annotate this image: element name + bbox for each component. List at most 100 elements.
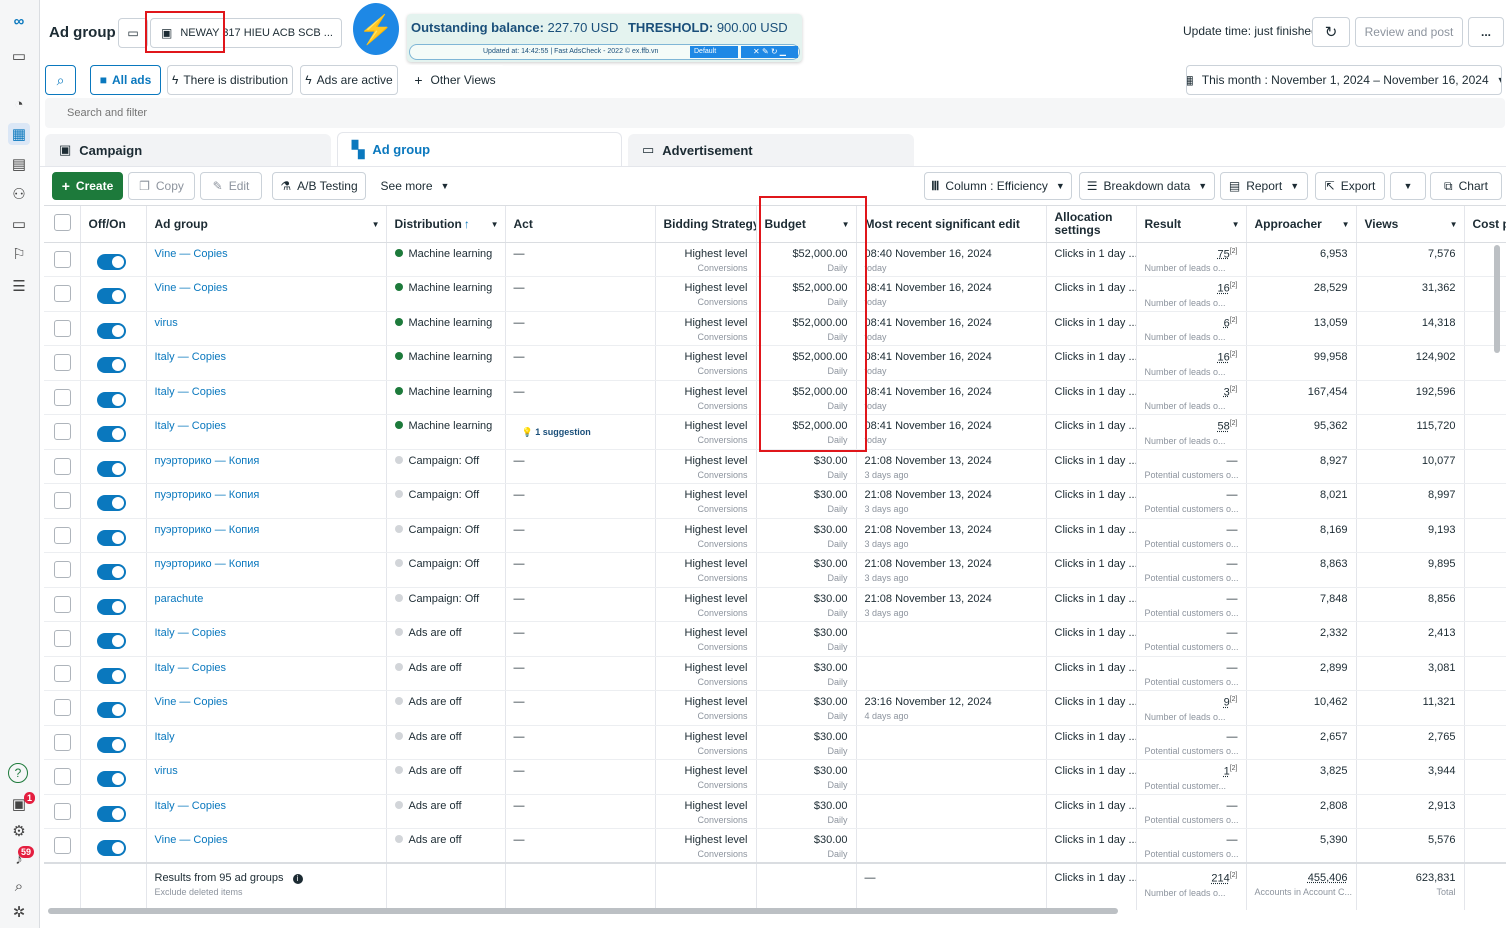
col-budget[interactable]: Budget ▼ [756,206,857,243]
adgroup-link[interactable]: Italy — Copies [155,662,227,674]
budget-cell[interactable]: $30.00 Daily [756,794,857,829]
row-checkbox[interactable] [54,492,71,509]
col-approacher[interactable]: Approacher ▼ [1246,206,1357,243]
other-views-button[interactable]: + Other Views [405,65,505,95]
edit-button[interactable]: ✎ Edit [200,172,262,200]
account-selector[interactable]: ▣ NEWAY 317 HIEU ACB SCB ... ▼ [150,18,342,48]
col-allocation[interactable]: Allocation settings [1046,206,1137,243]
billing-icon[interactable]: ▭ [8,213,30,235]
suggestion-link[interactable]: 💡 1 suggestion [522,427,591,438]
ext-action-icon[interactable]: ✕ ✎ ↻ ▁ [741,46,798,58]
table-row[interactable]: Italy — Copies Ads are off — Highest level C… [44,656,1506,691]
adgroup-link[interactable]: Vine — Copies [155,696,228,708]
row-toggle[interactable] [96,288,126,304]
adgroup-link[interactable]: Italy — Copies [155,627,227,639]
review-post-button[interactable]: Review and post [1355,17,1463,47]
tab-campaign[interactable]: ▣ Campaign [45,134,331,166]
row-checkbox[interactable] [54,630,71,647]
adgroup-link[interactable]: пуэрторико — Копия [155,524,260,536]
table-row[interactable]: Italy — Copies Machine learning — Highest l… [44,380,1506,415]
settings-icon[interactable]: ⚙ [8,820,30,842]
row-toggle[interactable] [96,840,126,856]
row-toggle[interactable] [96,633,126,649]
adgroup-link[interactable]: virus [155,317,178,329]
row-checkbox[interactable] [54,595,71,613]
table-row[interactable]: пуэрторико — Копия Campaign: Off — Highest … [44,518,1506,553]
col-views[interactable]: Views ▼ [1356,206,1465,243]
more-button[interactable]: ... [1468,17,1504,47]
row-toggle[interactable] [96,460,126,477]
all-ads-button[interactable]: ■ All ads [90,65,161,95]
table-row[interactable]: virus Ads are off — Highest level Conversion… [44,759,1506,795]
row-toggle[interactable] [96,426,126,442]
budget-cell[interactable]: $30.00 Daily [756,828,857,864]
adgroup-link[interactable]: virus [155,765,178,777]
budget-cell[interactable]: $30.00 Daily [756,725,857,760]
adgroup-link[interactable]: Italy — Copies [155,800,227,812]
bug-icon[interactable]: ✲ [8,901,30,923]
select-all-checkbox[interactable] [54,213,71,231]
adgroup-link[interactable]: Italy — Copies [155,386,227,398]
tab-adgroup[interactable]: ▚ Ad group [337,132,622,166]
col-act[interactable]: Act [505,206,656,243]
export-dropdown-button[interactable]: ▼ [1390,172,1426,200]
col-name[interactable]: Ad group ▼ [146,206,387,243]
vertical-scrollbar[interactable] [1494,245,1500,353]
row-toggle[interactable] [96,357,126,373]
table-row[interactable]: пуэрторико — Копия Campaign: Off — Highest … [44,449,1506,484]
table-row[interactable]: пуэрторико — Копия Campaign: Off — Highest … [44,483,1506,519]
row-checkbox[interactable] [54,802,71,820]
table-row[interactable]: Italy — Copies Ads are off — Highest level C… [44,794,1506,829]
active-filter-button[interactable]: ϟ Ads are active [300,65,398,95]
table-row[interactable]: virus Machine learning — Highest level Conve… [44,311,1506,346]
row-checkbox[interactable] [54,285,71,302]
table-row[interactable]: Vine — Copies Ads are off — Highest level Co… [44,828,1506,864]
info-icon[interactable]: i [292,874,303,884]
ab-testing-button[interactable]: ⚗ A/B Testing [272,172,366,200]
row-checkbox[interactable] [54,457,71,475]
row-toggle[interactable] [96,253,126,270]
profile-select[interactable]: Default [690,46,738,58]
row-toggle[interactable] [96,736,126,753]
row-checkbox[interactable] [54,319,71,337]
row-checkbox[interactable] [54,664,71,682]
budget-cell[interactable]: $30.00 Daily [756,449,857,484]
row-toggle[interactable] [96,322,126,339]
row-checkbox[interactable] [54,354,71,371]
row-checkbox[interactable] [54,733,71,751]
table-row[interactable]: Italy — Copies Machine learning — Highest l… [44,345,1506,381]
budget-cell[interactable]: $52,000.00 Daily [756,276,857,312]
row-toggle[interactable] [96,667,126,684]
table-row[interactable]: пуэрторико — Копия Campaign: Off — Highest … [44,552,1506,588]
table-row[interactable]: Vine — Copies Machine learning — Highest le… [44,276,1506,312]
tab-advertisement[interactable]: ▭ Advertisement [628,134,914,166]
row-toggle[interactable] [96,564,126,580]
table-row[interactable]: Italy — Copies Machine learning 💡 1 sugges… [44,414,1506,450]
row-checkbox[interactable] [54,699,71,716]
budget-cell[interactable]: $52,000.00 Daily [756,414,857,450]
row-checkbox[interactable] [54,423,71,440]
megaphone-icon[interactable]: ⚐ [8,243,30,265]
row-toggle[interactable] [96,495,126,511]
col-bidding[interactable]: Bidding Strategy [655,206,757,243]
search-icon[interactable]: ⌕ [8,875,30,897]
row-checkbox[interactable] [54,837,71,854]
budget-cell[interactable]: $52,000.00 Daily [756,380,857,415]
table-row[interactable]: Italy — Copies Ads are off — Highest level C… [44,621,1506,657]
audiences-icon[interactable]: ⚇ [8,183,30,205]
table-row[interactable]: Vine — Copies Ads are off — Highest level Co… [44,690,1506,726]
meta-logo-icon[interactable]: ∞ [8,10,30,32]
budget-cell[interactable]: $30.00 Daily [756,656,857,691]
col-toggle[interactable]: Off/On [80,206,147,243]
distribution-filter-button[interactable]: ϟ There is distribution [167,65,293,95]
row-checkbox[interactable] [54,526,71,544]
see-more-button[interactable]: See more ▼ [372,172,458,200]
breakdown-button[interactable]: ☰ Breakdown data ▼ [1079,172,1215,200]
adgroup-link[interactable]: Italy — Copies [155,420,227,432]
budget-cell[interactable]: $30.00 Daily [756,690,857,726]
horizontal-scrollbar[interactable] [48,908,1118,914]
col-result[interactable]: Result ▼ [1136,206,1247,243]
budget-cell[interactable]: $30.00 Daily [756,483,857,519]
adgroup-link[interactable]: Italy [155,731,175,743]
budget-cell[interactable]: $30.00 Daily [756,587,857,622]
